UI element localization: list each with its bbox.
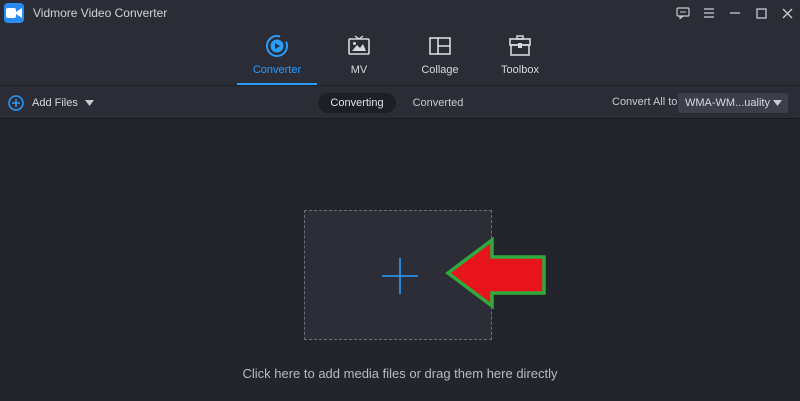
maximize-icon[interactable] xyxy=(748,0,774,26)
window-controls xyxy=(670,0,800,26)
output-format-value: WMA-WM...uality xyxy=(685,97,770,109)
dropzone-hint: Click here to add media files or drag th… xyxy=(242,366,558,381)
main-nav: Converter MV Collage Toolbox xyxy=(0,30,800,85)
tab-label: Collage xyxy=(421,64,459,76)
chevron-down-icon xyxy=(773,100,782,106)
pointer-arrow-icon xyxy=(445,237,546,309)
menu-icon[interactable] xyxy=(696,0,722,26)
minimize-icon[interactable] xyxy=(722,0,748,26)
collage-icon xyxy=(428,34,452,58)
tab-converter[interactable]: Converter xyxy=(237,30,317,85)
video-camera-icon xyxy=(4,3,24,23)
add-files-button[interactable]: Add Files xyxy=(8,93,94,113)
toolbar: Add Files Converting Converted Convert A… xyxy=(0,85,800,119)
tab-toolbox[interactable]: Toolbox xyxy=(480,30,560,85)
converter-icon xyxy=(265,34,289,58)
feedback-icon[interactable] xyxy=(670,0,696,26)
tab-collage[interactable]: Collage xyxy=(400,30,480,85)
close-icon[interactable] xyxy=(774,0,800,26)
tab-converting[interactable]: Converting xyxy=(318,93,396,113)
plus-icon xyxy=(382,258,418,294)
output-format-select[interactable]: WMA-WM...uality xyxy=(678,93,788,113)
toolbox-icon xyxy=(508,34,532,58)
add-circle-icon xyxy=(8,95,24,111)
chevron-down-icon[interactable] xyxy=(84,100,94,106)
title-bar: Vidmore Video Converter Converter MV Col… xyxy=(0,0,800,85)
add-files-label: Add Files xyxy=(32,97,78,109)
mv-icon xyxy=(347,34,371,58)
tab-label: Converter xyxy=(252,64,302,76)
tab-label: Toolbox xyxy=(501,64,539,76)
convert-all-label: Convert All to: xyxy=(612,96,681,108)
tab-mv[interactable]: MV xyxy=(319,30,399,85)
tab-label: MV xyxy=(350,64,368,76)
app-title: Vidmore Video Converter xyxy=(33,6,168,20)
tab-converted[interactable]: Converted xyxy=(404,93,472,113)
